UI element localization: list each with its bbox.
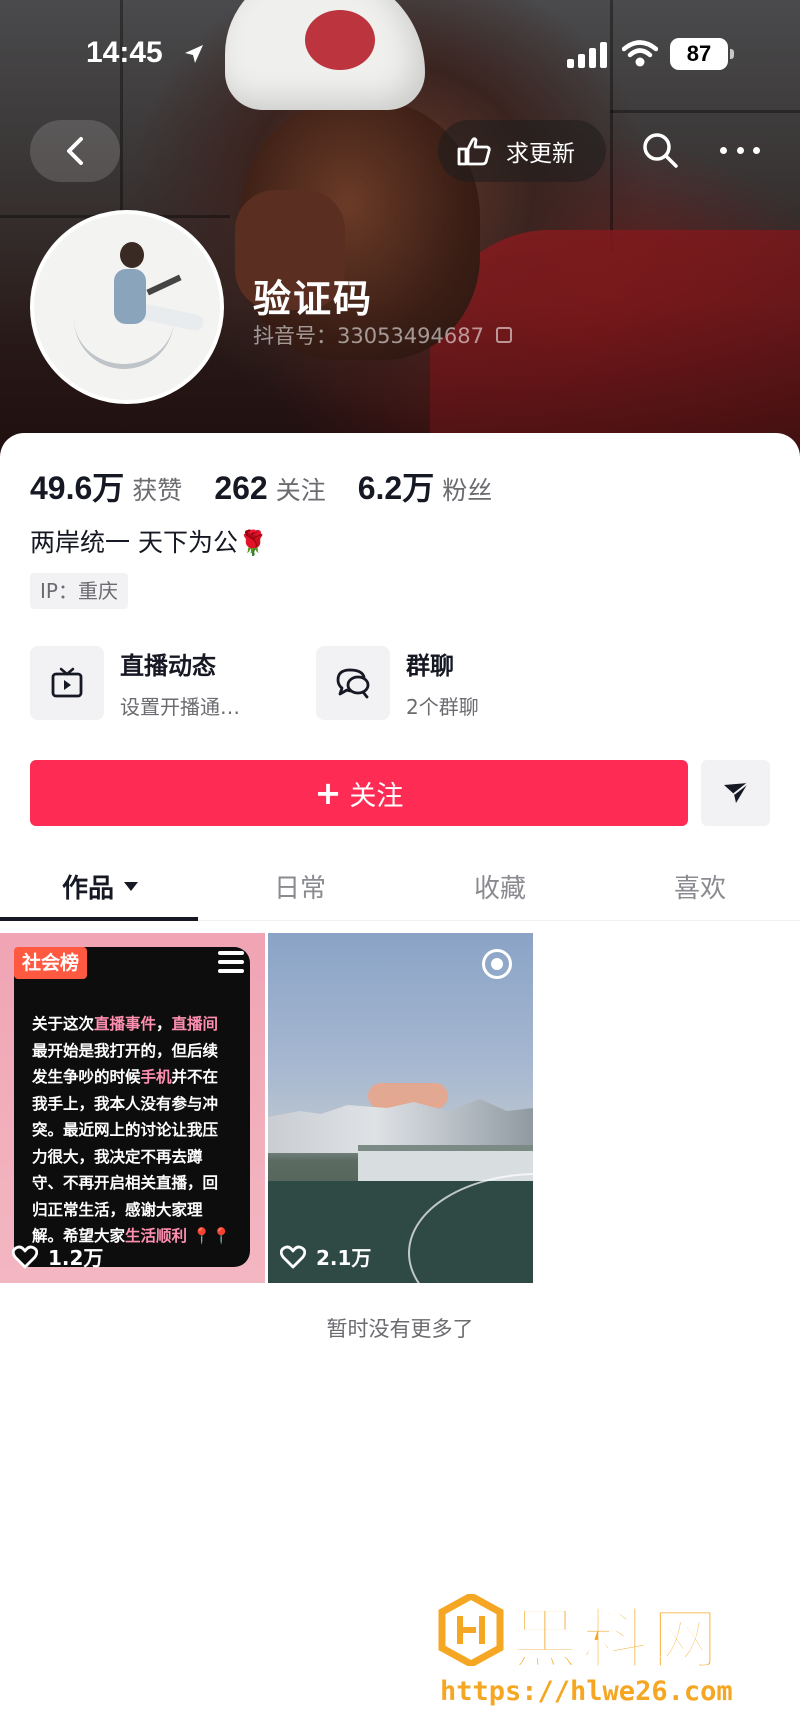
watermark-brand: 黑料网 bbox=[511, 1600, 722, 1679]
stat-following[interactable]: 262 关注 bbox=[214, 470, 325, 507]
ranking-badge: 社会榜 bbox=[14, 947, 88, 979]
stat-value: 6.2万 bbox=[357, 470, 435, 506]
douyin-id-text: 抖音号：33053494687 bbox=[253, 324, 484, 348]
stat-value: 49.6万 bbox=[30, 470, 125, 506]
paper-plane-icon bbox=[723, 782, 749, 803]
pin-icons: 📍📍 bbox=[187, 1227, 232, 1245]
tab-label: 收藏 bbox=[473, 873, 526, 904]
battery-indicator: 87 bbox=[670, 38, 734, 70]
tab-likes[interactable]: 喜欢 bbox=[600, 851, 800, 921]
more-dot-icon bbox=[736, 146, 744, 154]
post-segment: ， bbox=[156, 1015, 172, 1033]
feature-group-chat[interactable]: 群聊 2个群聊 bbox=[316, 646, 479, 720]
more-dot-icon bbox=[720, 146, 727, 154]
douyin-id[interactable]: 抖音号：33053494687 bbox=[253, 320, 512, 350]
feature-icon-box bbox=[316, 646, 390, 720]
tab-favorites[interactable]: 收藏 bbox=[400, 851, 600, 921]
avatar-laptop bbox=[146, 274, 182, 296]
wifi-icon bbox=[622, 40, 658, 67]
video-thumbnail[interactable]: 社会榜 关于这次直播事件，直播间最开始是我打开的，但后续发生争吵的时候手机并不在… bbox=[0, 933, 265, 1283]
tab-label: 日常 bbox=[273, 873, 326, 904]
plus-icon: + bbox=[314, 774, 342, 812]
feature-subtitle: 设置开播通… bbox=[120, 695, 240, 719]
post-highlight: 生活顺利 bbox=[125, 1227, 188, 1245]
feature-title: 直播动态 bbox=[120, 652, 216, 680]
end-of-list-note: 暂时没有更多了 bbox=[326, 1317, 474, 1341]
back-button[interactable] bbox=[30, 120, 120, 182]
stat-label: 关注 bbox=[275, 476, 326, 505]
stat-value: 262 bbox=[214, 470, 268, 506]
stats-row: 49.6万 获赞 262 关注 6.2万 粉丝 bbox=[30, 463, 524, 509]
follow-button[interactable]: + 关注 bbox=[30, 760, 688, 826]
caret-down-icon bbox=[124, 881, 138, 891]
request-update-label: 求更新 bbox=[506, 141, 575, 167]
menu-lines-icon bbox=[218, 951, 244, 973]
avatar-head bbox=[120, 242, 144, 268]
feature-live-updates[interactable]: 直播动态 设置开播通… bbox=[30, 646, 240, 720]
feature-subtitle: 2个群聊 bbox=[406, 695, 479, 719]
bio-text: 两岸统一 天下为公 bbox=[30, 528, 238, 557]
like-count-text: 2.1万 bbox=[316, 1246, 372, 1270]
stat-likes[interactable]: 49.6万 获赞 bbox=[30, 463, 182, 509]
stat-followers[interactable]: 6.2万 粉丝 bbox=[358, 463, 493, 509]
more-dot-icon bbox=[753, 146, 760, 154]
heart-icon bbox=[280, 1245, 306, 1268]
stat-label: 粉丝 bbox=[442, 476, 493, 505]
chevron-left-icon bbox=[67, 137, 83, 165]
post-highlight: 直播间 bbox=[171, 1015, 219, 1033]
profile-name: 验证码 bbox=[253, 277, 374, 321]
watermark-logo-icon bbox=[438, 1594, 504, 1666]
profile-bio: 两岸统一 天下为公🌹 bbox=[30, 523, 268, 559]
live-icon bbox=[482, 949, 512, 979]
watermark-url: https://hlwe26.com bbox=[440, 1676, 733, 1707]
copy-icon[interactable] bbox=[495, 327, 512, 343]
profile-tabs: 作品 日常 收藏 喜欢 bbox=[0, 851, 800, 921]
rose-icon: 🌹 bbox=[237, 529, 268, 557]
like-count: 2.1万 bbox=[280, 1242, 371, 1271]
follow-label: 关注 bbox=[349, 780, 404, 812]
post-segment: 并不在我手上，我本人没有参与冲突。最近网上的讨论让我压力很大，我决定不再去蹲守、… bbox=[32, 1068, 219, 1245]
post-segment: 关于这次 bbox=[32, 1015, 95, 1033]
video-thumbnail[interactable]: 2.1万 bbox=[268, 933, 533, 1283]
like-count: 1.2万 bbox=[12, 1242, 103, 1271]
status-bar: 14:45 87 bbox=[0, 30, 800, 80]
more-options-button[interactable] bbox=[720, 137, 760, 163]
cellular-signal-icon bbox=[567, 42, 607, 68]
group-chat-icon bbox=[336, 668, 370, 699]
tab-daily[interactable]: 日常 bbox=[200, 851, 400, 921]
tab-works[interactable]: 作品 bbox=[0, 851, 200, 921]
post-highlight: 手机 bbox=[140, 1068, 172, 1086]
avatar-body bbox=[114, 269, 146, 324]
stat-label: 获赞 bbox=[132, 476, 183, 505]
pointing-hand-icon bbox=[457, 137, 491, 166]
feature-icon-box bbox=[30, 646, 104, 720]
search-icon[interactable] bbox=[640, 130, 680, 170]
wall-seam bbox=[610, 110, 800, 113]
post-text: 关于这次直播事件，直播间最开始是我打开的，但后续发生争吵的时候手机并不在我手上，… bbox=[32, 1011, 232, 1250]
feature-title: 群聊 bbox=[406, 652, 454, 680]
request-update-button[interactable]: 求更新 bbox=[438, 120, 606, 182]
heart-icon bbox=[12, 1245, 38, 1268]
tab-label: 作品 bbox=[61, 873, 114, 904]
like-count-text: 1.2万 bbox=[48, 1246, 104, 1270]
location-arrow-icon bbox=[185, 45, 203, 63]
profile-card: 49.6万 获赞 262 关注 6.2万 粉丝 两岸统一 天下为公🌹 IP：重庆… bbox=[0, 433, 800, 1735]
tab-label: 喜欢 bbox=[673, 873, 726, 904]
post-highlight: 直播事件 bbox=[94, 1015, 157, 1033]
status-time: 14:45 bbox=[86, 36, 163, 69]
avatar[interactable] bbox=[30, 210, 224, 404]
tab-active-indicator bbox=[0, 917, 198, 921]
ip-location-tag: IP：重庆 bbox=[30, 573, 128, 609]
tv-icon bbox=[51, 667, 83, 698]
share-button[interactable] bbox=[701, 760, 770, 826]
